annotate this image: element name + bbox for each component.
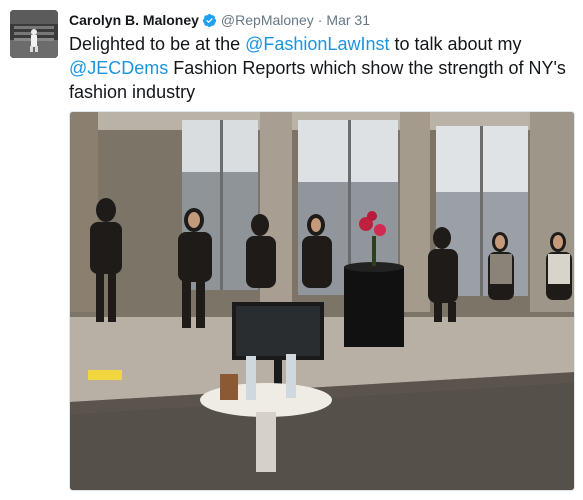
mention-link-fashionlawinst[interactable]: @FashionLawInst [245,34,389,54]
tweet-text-part: to talk about my [389,34,522,54]
avatar-photo [10,10,58,58]
tweet-header: Carolyn B. Maloney @RepMaloney · Mar 31 [69,11,370,29]
panel-discussion-photo [70,112,574,490]
profile-avatar[interactable] [10,10,58,58]
verified-badge-icon [202,13,216,27]
mention-link-jecdems[interactable]: @JECDems [69,58,168,78]
tweet-text-part: Delighted to be at the [69,34,246,54]
tweet-photo[interactable] [69,111,575,491]
author-handle[interactable]: @RepMaloney [221,12,314,28]
tweet-card[interactable]: Carolyn B. Maloney @RepMaloney · Mar 31 … [0,0,583,500]
header-separator: · [317,12,323,28]
tweet-timestamp[interactable]: Mar 31 [326,12,370,28]
tweet-text: Delighted to be at the @FashionLawInst t… [69,32,574,104]
author-name[interactable]: Carolyn B. Maloney [69,12,199,28]
